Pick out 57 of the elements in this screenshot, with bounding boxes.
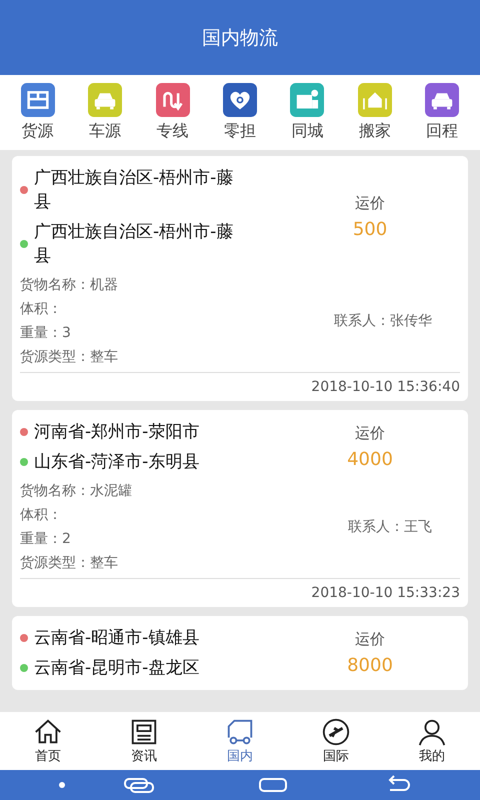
origin-address: 广西壮族自治区-梧州市-藤县 xyxy=(34,167,234,214)
category-item[interactable]: 专线 xyxy=(152,83,193,142)
post-time: 2018-10-10 15:33:23 xyxy=(311,585,460,601)
destination-dot-icon xyxy=(20,664,28,672)
tab-item[interactable]: 国际 xyxy=(301,717,371,765)
price-value: 4000 xyxy=(347,449,393,470)
tab-item[interactable]: 国内 xyxy=(205,717,275,765)
price-value: 8000 xyxy=(347,655,393,676)
destination-address: 山东省-菏泽市-东明县 xyxy=(34,451,200,474)
origin-dot-icon xyxy=(20,186,28,194)
person-icon xyxy=(417,717,447,747)
airplane-icon xyxy=(321,717,351,747)
category-label: 车源 xyxy=(89,121,122,142)
category-item[interactable]: 同城 xyxy=(287,83,328,142)
origin-dot-icon xyxy=(20,428,28,436)
contact-name: 联系人：王飞 xyxy=(348,518,432,536)
category-label: 零担 xyxy=(224,121,256,142)
cargo-detail: 体积： xyxy=(20,300,63,318)
tab-item[interactable]: 资讯 xyxy=(109,717,179,765)
contact-name: 联系人：张传华 xyxy=(334,312,432,330)
cargo-detail: 货源类型：整车 xyxy=(20,554,119,572)
category-label: 回程 xyxy=(426,121,458,142)
category-item[interactable]: 零担 xyxy=(220,83,260,142)
category-label: 搬家 xyxy=(358,121,391,142)
category-label: 货源 xyxy=(22,121,54,142)
destination-address: 云南省-昆明市-盘龙区 xyxy=(34,657,200,680)
category-item[interactable]: 车源 xyxy=(85,83,126,142)
cargo-detail: 货物名称：机器 xyxy=(20,276,119,294)
cargo-detail: 重量：2 xyxy=(20,530,72,548)
cargo-detail: 货物名称：水泥罐 xyxy=(20,482,133,500)
post-time: 2018-10-10 15:36:40 xyxy=(311,379,460,395)
category-item[interactable]: 货源 xyxy=(18,83,58,142)
destination-address: 广西壮族自治区-梧州市-藤县 xyxy=(34,221,234,268)
destination-dot-icon xyxy=(20,458,28,466)
cargo-detail: 货源类型：整车 xyxy=(20,348,119,366)
listing-card[interactable]: 云南省-昭通市-镇雄县 云南省-昆明市-盘龙区 运价 8000 xyxy=(12,616,468,690)
page-title: 国内物流 xyxy=(202,26,278,50)
cargo-detail: 体积： xyxy=(20,506,63,524)
tab-item[interactable]: 我的 xyxy=(397,717,467,765)
destination-dot-icon xyxy=(20,240,28,248)
price-label: 运价 xyxy=(355,194,385,213)
truck-icon xyxy=(225,717,255,747)
origin-address: 云南省-昭通市-镇雄县 xyxy=(34,627,200,650)
origin-dot-icon xyxy=(20,634,28,642)
price-label: 运价 xyxy=(355,630,385,649)
category-label: 专线 xyxy=(156,121,189,142)
cargo-detail: 重量：3 xyxy=(20,324,72,342)
category-item[interactable]: 回程 xyxy=(422,83,462,142)
price-value: 500 xyxy=(352,219,388,240)
price-label: 运价 xyxy=(355,424,385,443)
category-item[interactable]: 搬家 xyxy=(354,83,395,142)
newspaper-icon xyxy=(129,717,159,747)
listing-card[interactable]: 广西壮族自治区-梧州市-藤县 广西壮族自治区-梧州市-藤县 运价 500 货物名称：机器 体积： 重量：3 货源类型：整车 联系人：张传华 2018-10-10 15:36:40 xyxy=(12,156,468,401)
origin-address: 河南省-郑州市-荥阳市 xyxy=(34,421,200,444)
listing-card[interactable]: 河南省-郑州市-荥阳市 山东省-菏泽市-东明县 运价 4000 货物名称：水泥罐 体积： 重量：2 货源类型：整车 联系人：王飞 2018-10-10 15:33:23 xyxy=(12,410,468,607)
tab-item[interactable]: 首页 xyxy=(13,717,83,765)
category-label: 同城 xyxy=(291,121,324,142)
